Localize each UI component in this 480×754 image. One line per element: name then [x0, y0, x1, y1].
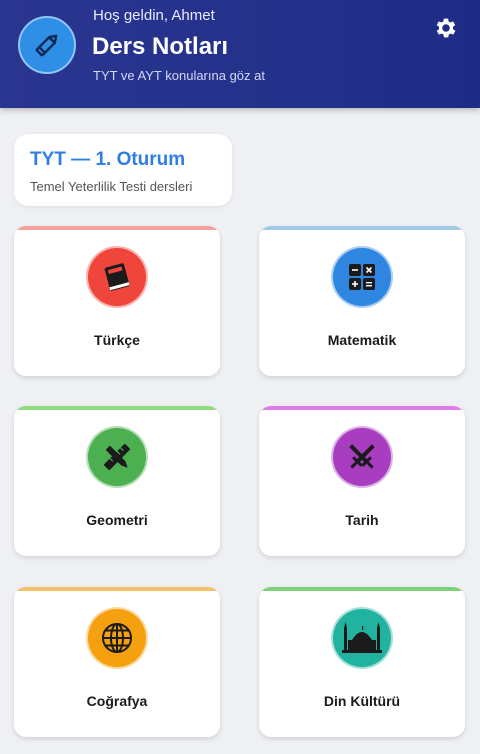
subject-label: Din Kültürü: [323, 693, 401, 709]
card-accent-bar: [259, 587, 465, 591]
card-accent-bar: [259, 226, 465, 230]
section-description: Temel Yeterlilik Testi dersleri: [30, 179, 193, 194]
card-accent-bar: [14, 587, 220, 591]
subject-card-cografya[interactable]: Coğrafya: [14, 587, 220, 737]
pencil-icon: [18, 16, 76, 74]
subject-label: Coğrafya: [86, 693, 148, 709]
greeting-text: Hoş geldin, Ahmet: [93, 7, 215, 24]
subject-card-geometri[interactable]: Geometri: [14, 406, 220, 556]
gear-icon[interactable]: [432, 14, 460, 42]
card-accent-bar: [14, 406, 220, 410]
subject-card-din-kulturu[interactable]: Din Kültürü: [259, 587, 465, 737]
app-title: Ders Notları: [92, 33, 229, 60]
app-header: Hoş geldin, Ahmet Ders Notları TYT ve AY…: [0, 0, 480, 108]
subject-card-matematik[interactable]: Matematik: [259, 226, 465, 376]
section-title: TYT — 1. Oturum: [30, 149, 186, 170]
ruler-pencil-icon: [86, 426, 148, 488]
globe-icon: [86, 607, 148, 669]
subject-label: Geometri: [86, 512, 148, 528]
header-subtitle: TYT ve AYT konularına göz at: [93, 68, 265, 83]
card-accent-bar: [14, 226, 220, 230]
card-accent-bar: [259, 406, 465, 410]
mosque-icon: [331, 607, 393, 669]
section-header-card: TYT — 1. Oturum Temel Yeterlilik Testi d…: [14, 134, 232, 206]
calculator-icon: [331, 246, 393, 308]
subject-card-turkce[interactable]: Türkçe: [14, 226, 220, 376]
subject-card-tarih[interactable]: Tarih: [259, 406, 465, 556]
book-icon: [86, 246, 148, 308]
subject-label: Türkçe: [94, 332, 140, 348]
crossed-swords-icon: [331, 426, 393, 488]
subject-label: Tarih: [345, 512, 379, 528]
subject-label: Matematik: [327, 332, 397, 348]
